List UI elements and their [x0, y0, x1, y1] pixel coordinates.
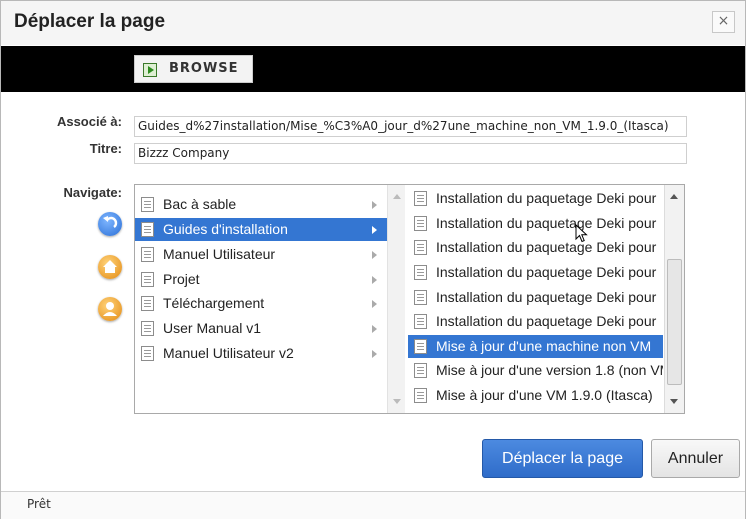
list-item-label: Installation du paquetage Deki pour: [436, 289, 657, 305]
list-item[interactable]: Installation du paquetage Deki pour: [408, 286, 663, 309]
list-item-label: Installation du paquetage Deki pour: [436, 190, 657, 206]
scroll-down-icon[interactable]: [393, 399, 401, 404]
list-item[interactable]: Manuel Utilisateur v2: [135, 342, 387, 365]
list-item[interactable]: Mise à jour d'une machine non VM: [408, 335, 663, 358]
list-item[interactable]: Projet: [135, 268, 387, 291]
list-item[interactable]: User Manual v1: [135, 317, 387, 340]
chevron-right-icon: [372, 350, 377, 358]
list-item-label: Installation du paquetage Deki pour: [436, 239, 657, 255]
list-item-label: Projet: [163, 271, 200, 287]
chevron-right-icon: [372, 276, 377, 284]
page-icon: [414, 240, 427, 255]
page-icon: [414, 388, 427, 403]
close-button[interactable]: ×: [712, 11, 735, 33]
page-icon: [414, 339, 427, 354]
status-text: Prêt: [27, 497, 51, 511]
chevron-right-icon: [372, 201, 377, 209]
toolbar: BROWSE: [1, 46, 745, 92]
browse-button-label: BROWSE: [169, 61, 239, 76]
page-browser: Bac à sable Guides d'installation Manuel…: [134, 184, 685, 414]
move-page-dialog: Déplacer la page × BROWSE Associé à: Gui…: [0, 0, 746, 519]
scrollbar-thumb[interactable]: [667, 259, 682, 385]
browse-icon: [143, 63, 157, 77]
dialog-title: Déplacer la page: [14, 11, 166, 32]
list-item-label: Mise à jour d'une VM 1.9.0 (Itasca): [436, 387, 653, 403]
list-item[interactable]: Mise à jour d'une VM 1.9.0 (Itasca): [408, 384, 663, 407]
list-item[interactable]: Installation du paquetage Deki pour: [408, 310, 663, 333]
list-item[interactable]: Installation du paquetage Deki pour: [408, 261, 663, 284]
list-item-label: Installation du paquetage Deki pour: [436, 264, 657, 280]
column-1-scrollbar[interactable]: [387, 185, 405, 413]
chevron-right-icon: [372, 226, 377, 234]
list-item[interactable]: Mise à jour d'une version 1.8 (non VM): [408, 359, 663, 382]
scroll-down-icon[interactable]: [670, 399, 678, 404]
page-icon: [141, 222, 154, 237]
mouse-cursor-icon: [575, 224, 588, 243]
list-item[interactable]: Installation du paquetage Deki pour: [408, 187, 663, 210]
page-icon: [414, 363, 427, 378]
list-item[interactable]: Guides d'installation: [135, 218, 387, 241]
page-icon: [141, 296, 154, 311]
associated-label: Associé à:: [56, 114, 122, 129]
browser-column-1: Bac à sable Guides d'installation Manuel…: [135, 185, 387, 413]
chevron-right-icon: [372, 251, 377, 259]
list-item[interactable]: Installation du paquetage Deki pour: [408, 236, 663, 259]
back-icon[interactable]: [98, 212, 122, 236]
list-item-label: Manuel Utilisateur v2: [163, 345, 294, 361]
page-icon: [414, 314, 427, 329]
cancel-button[interactable]: Annuler: [651, 439, 740, 478]
list-item[interactable]: Bac à sable: [135, 193, 387, 216]
list-item-label: Mise à jour d'une machine non VM: [436, 338, 652, 354]
user-icon[interactable]: [98, 297, 122, 321]
home-icon[interactable]: [98, 255, 122, 279]
scroll-up-icon[interactable]: [393, 194, 401, 199]
close-icon: ×: [717, 13, 730, 29]
browser-column-2: Installation du paquetage Deki pour Inst…: [408, 185, 663, 413]
page-icon: [141, 272, 154, 287]
move-page-button[interactable]: Déplacer la page: [482, 439, 643, 478]
navigate-label: Navigate:: [63, 185, 122, 200]
scroll-up-icon[interactable]: [670, 194, 678, 199]
status-bar: Prêt: [1, 491, 745, 519]
list-item[interactable]: Manuel Utilisateur: [135, 243, 387, 266]
browse-button[interactable]: BROWSE: [134, 55, 253, 83]
page-icon: [414, 265, 427, 280]
list-item-label: Téléchargement: [163, 295, 265, 311]
page-icon: [141, 247, 154, 262]
list-item[interactable]: Téléchargement: [135, 292, 387, 315]
associated-field[interactable]: Guides_d%27installation/Mise_%C3%A0_jour…: [134, 116, 687, 137]
dialog-titlebar: Déplacer la page ×: [1, 1, 745, 45]
list-item-label: User Manual v1: [163, 320, 262, 336]
page-icon: [141, 197, 154, 212]
list-item-label: Manuel Utilisateur: [163, 246, 276, 262]
list-item-label: Bac à sable: [163, 196, 237, 212]
list-item-label: Installation du paquetage Deki pour: [436, 215, 657, 231]
chevron-right-icon: [372, 325, 377, 333]
page-icon: [141, 346, 154, 361]
chevron-right-icon: [372, 300, 377, 308]
page-icon: [414, 290, 427, 305]
column-2-scrollbar[interactable]: [664, 185, 684, 413]
title-field[interactable]: Bizzz Company: [134, 143, 687, 164]
title-label: Titre:: [89, 141, 122, 156]
list-item-label: Installation du paquetage Deki pour: [436, 313, 657, 329]
list-item-label: Mise à jour d'une version 1.8 (non VM): [436, 362, 663, 378]
list-item-label: Guides d'installation: [163, 221, 288, 237]
page-icon: [414, 191, 427, 206]
page-icon: [141, 321, 154, 336]
list-item[interactable]: Installation du paquetage Deki pour: [408, 212, 663, 235]
page-icon: [414, 216, 427, 231]
